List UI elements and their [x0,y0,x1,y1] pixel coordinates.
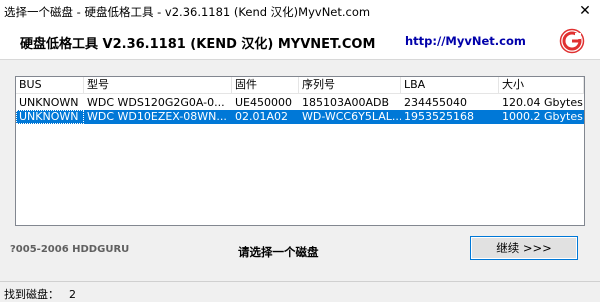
header-banner: 硬盘低格工具 V2.36.1181 (KEND 汉化) MYVNET.COM h… [0,22,600,60]
column-header-model[interactable]: 型号 [84,77,232,94]
app-name: 硬盘低格工具 V2.36.1181 (KEND 汉化) MYVNET.COM [20,37,376,52]
cell-firmware: 02.01A02 [235,110,289,123]
app-window: 选择一个磁盘 - 硬盘低格工具 - v2.36.1181 (Kend 汉化)My… [0,0,600,301]
cell-bus: UNKNOWN [16,110,84,124]
window-title: 选择一个磁盘 - 硬盘低格工具 - v2.36.1181 (Kend 汉化)My… [4,5,371,19]
disks-found-count: 2 [69,288,76,301]
status-bar: 找到磁盘： 2 [0,281,600,301]
cell-bus: UNKNOWN [19,96,79,109]
disk-row-selected[interactable]: UNKNOWN WDC WD10EZEX-08WN... 02.01A02 WD… [16,110,584,124]
column-header-serial[interactable]: 序列号 [299,77,401,94]
cell-firmware: UE450000 [235,96,292,109]
column-header-bus[interactable]: BUS [16,77,84,94]
cell-size: 120.04 Gbytes [502,96,583,109]
cell-model: WDC WDS120G2G0A-0... [87,96,225,109]
cell-serial: WD-WCC6Y5LAL... [302,110,401,123]
select-disk-prompt: 请选择一个磁盘 [238,245,319,259]
column-header-lba[interactable]: LBA [401,77,499,94]
cell-lba: 234455040 [404,96,467,109]
cell-size: 1000.2 Gbytes [502,110,583,123]
disk-row[interactable]: UNKNOWN WDC WDS120G2G0A-0... UE450000 18… [16,96,584,110]
cell-lba: 1953525168 [404,110,474,123]
continue-button[interactable]: 继续 >>> [470,236,578,260]
disks-found-label: 找到磁盘： [4,288,59,301]
status-text: 找到磁盘： 2 [4,286,76,302]
column-header-size[interactable]: 大小 [499,77,584,94]
copyright-text: ?005-2006 HDDGURU [10,244,130,255]
list-header: BUS 型号 固件 序列号 LBA 大小 [16,77,584,94]
column-header-firmware[interactable]: 固件 [232,77,299,94]
hddguru-logo-icon [559,28,585,54]
title-bar[interactable]: 选择一个磁盘 - 硬盘低格工具 - v2.36.1181 (Kend 汉化)My… [0,0,600,22]
website-link[interactable]: http://MyvNet.com [405,34,526,48]
cell-serial: 185103A00ADB [302,96,390,109]
disk-list[interactable]: BUS 型号 固件 序列号 LBA 大小 UNKNOWN WDC WDS120G… [15,76,585,226]
cell-model: WDC WD10EZEX-08WN... [87,110,227,123]
close-icon[interactable]: ✕ [570,0,600,22]
